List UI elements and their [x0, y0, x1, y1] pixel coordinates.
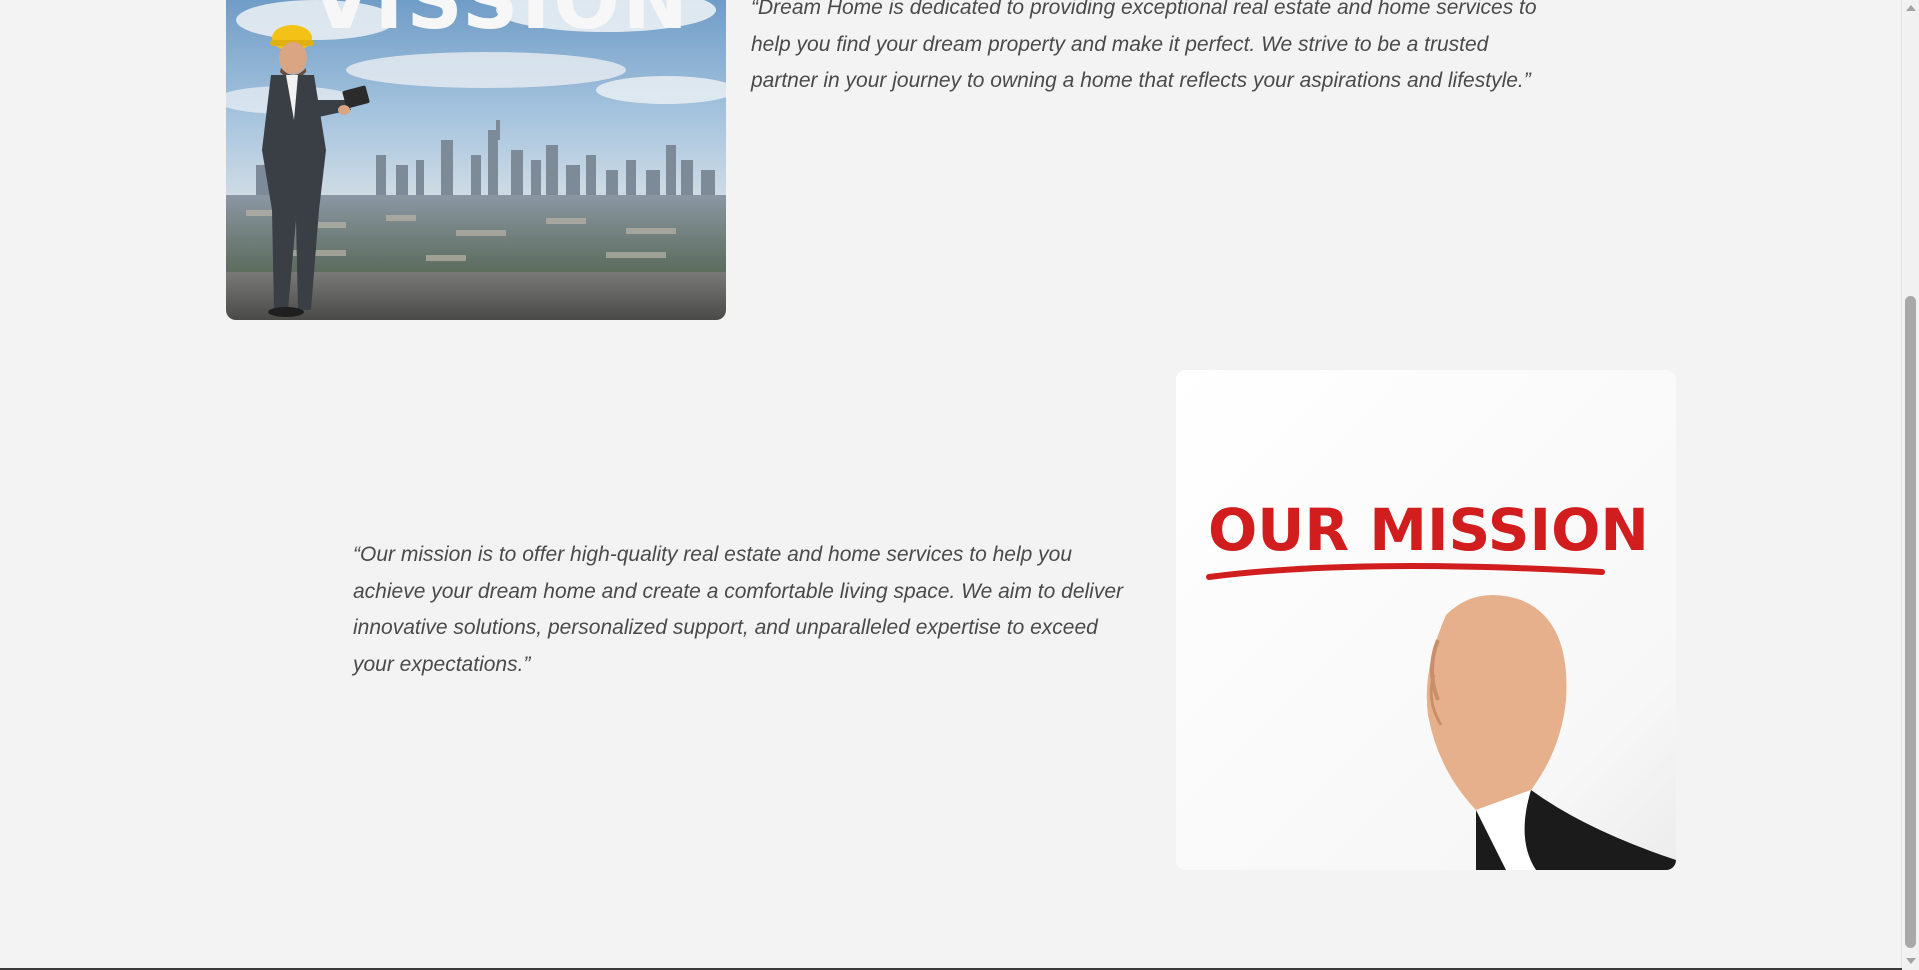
mission-photo: OUR MISSION — [1176, 370, 1676, 870]
mission-image: OUR MISSION — [1176, 370, 1676, 870]
vision-quote: “Dream Home is dedicated to providing ex… — [751, 0, 1537, 92]
page: VISSION “Dream Home is dedicated to prov… — [0, 0, 1919, 970]
vision-image: VISSION — [226, 0, 726, 320]
vision-image-title: VISSION — [311, 0, 691, 47]
vertical-scrollbar[interactable] — [1901, 0, 1919, 970]
vision-photo: VISSION — [226, 0, 726, 320]
scroll-up-arrow-icon[interactable] — [1906, 5, 1916, 11]
mission-image-title: OUR MISSION — [1208, 496, 1649, 564]
scroll-thumb[interactable] — [1905, 296, 1916, 948]
scroll-down-arrow-icon[interactable] — [1906, 958, 1916, 964]
mission-quote: “Our mission is to offer high-quality re… — [353, 543, 1123, 676]
